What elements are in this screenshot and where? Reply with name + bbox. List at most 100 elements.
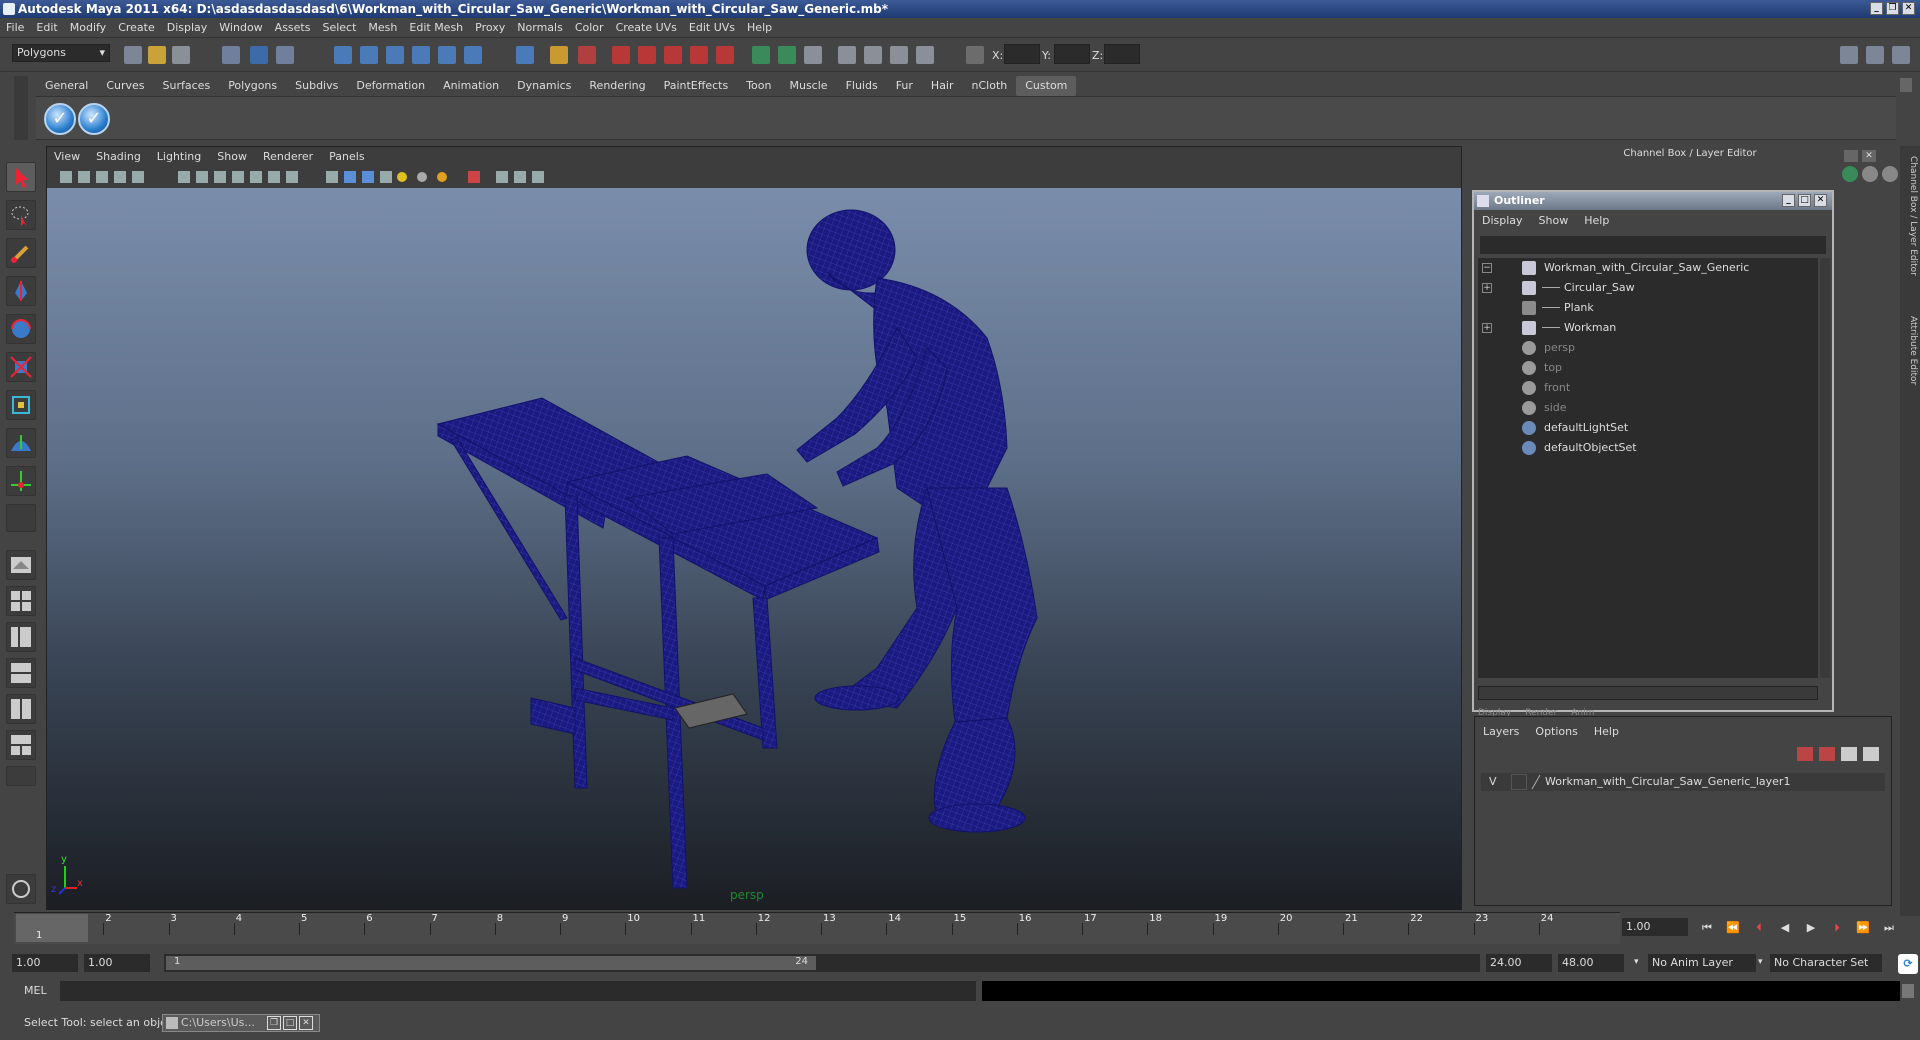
shadows-icon[interactable] xyxy=(417,172,427,182)
panel-float-icon[interactable] xyxy=(1844,150,1858,162)
layer-row[interactable]: V Workman_with_Circular_Saw_Generic_laye… xyxy=(1481,773,1885,791)
new-layer-selected-icon[interactable] xyxy=(1863,747,1879,761)
outliner-item[interactable]: defaultLightSet xyxy=(1478,418,1818,438)
snap-point-icon[interactable] xyxy=(386,46,404,64)
camera-attributes-icon[interactable] xyxy=(78,171,90,183)
backface-culling-icon[interactable] xyxy=(532,171,544,183)
layers-menu[interactable]: Layers xyxy=(1475,725,1527,738)
menu-set-dropdown[interactable]: Polygons ▾ xyxy=(12,44,110,62)
rotate-tool-icon[interactable] xyxy=(6,314,36,344)
outliner-filter-field[interactable] xyxy=(1480,236,1826,254)
menu-color[interactable]: Color xyxy=(569,18,610,38)
show-channel-box-icon[interactable] xyxy=(1892,46,1910,64)
viewport-menu-show[interactable]: Show xyxy=(209,148,255,166)
camera-icon[interactable] xyxy=(864,46,882,64)
layer-visibility-toggle[interactable]: V xyxy=(1489,775,1497,788)
show-attribute-editor-icon[interactable] xyxy=(1840,46,1858,64)
time-slider[interactable]: 123456789101112131415161718192021222324 xyxy=(14,912,1620,944)
menu-create-uvs[interactable]: Create UVs xyxy=(610,18,683,38)
isolate-select-icon[interactable] xyxy=(468,171,480,183)
paint-select-tool-icon[interactable] xyxy=(6,238,36,268)
open-scene-icon[interactable] xyxy=(148,46,166,64)
wireframe-icon[interactable] xyxy=(326,171,338,183)
ipr-render-icon[interactable] xyxy=(638,46,656,64)
tab-custom[interactable]: Custom xyxy=(1016,76,1077,96)
shelf-menu-icon[interactable] xyxy=(1900,78,1912,92)
four-view-layout-icon[interactable] xyxy=(6,586,36,616)
play-forwards-icon[interactable]: ▶ xyxy=(1802,920,1820,936)
attribute-view-icon[interactable] xyxy=(1862,166,1878,182)
snap-curve-icon[interactable] xyxy=(360,46,378,64)
menu-help[interactable]: Help xyxy=(741,18,778,38)
snap-surface-icon[interactable] xyxy=(438,46,456,64)
outliner-item[interactable]: − Workman_with_Circular_Saw_Generic xyxy=(1478,258,1818,278)
minimize-icon[interactable]: _ xyxy=(1870,2,1883,15)
select-camera-icon[interactable] xyxy=(60,171,72,183)
layer-template-toggle[interactable] xyxy=(1511,774,1527,790)
tab-hair[interactable]: Hair xyxy=(922,76,963,96)
auto-key-icon[interactable]: ⟳ xyxy=(1898,954,1918,974)
textured-icon[interactable] xyxy=(380,171,392,183)
lasso-tool-icon[interactable] xyxy=(6,200,36,230)
character-set-dropdown[interactable]: No Character Set xyxy=(1770,954,1882,972)
render-settings-icon[interactable] xyxy=(664,46,682,64)
step-back-frame-icon[interactable]: ⏪ xyxy=(1724,920,1742,936)
channel-box-icon[interactable] xyxy=(1842,166,1858,182)
tab-dynamics[interactable]: Dynamics xyxy=(508,76,580,96)
menu-edit[interactable]: Edit xyxy=(30,18,63,38)
input-line-icon[interactable] xyxy=(752,46,770,64)
shelf-tab-menu[interactable] xyxy=(14,76,28,140)
outliner-vertical-scrollbar[interactable] xyxy=(1820,258,1830,678)
outliner-close-icon[interactable]: ✕ xyxy=(1814,194,1827,207)
hypershade-persp-layout-icon[interactable] xyxy=(6,694,36,724)
range-slider[interactable]: 1 24 xyxy=(164,954,1480,972)
new-scene-icon[interactable] xyxy=(124,46,142,64)
go-to-start-icon[interactable]: ⏮ xyxy=(1698,920,1716,936)
tab-attribute-editor[interactable]: Attribute Editor xyxy=(1902,316,1918,385)
clipboard-icon[interactable] xyxy=(804,46,822,64)
maximize-icon[interactable]: □ xyxy=(283,1016,297,1030)
resolution-gate-icon[interactable] xyxy=(214,171,226,183)
image-plane-icon[interactable] xyxy=(114,171,126,183)
step-forward-frame-icon[interactable]: ⏩ xyxy=(1854,920,1872,936)
outliner-item[interactable]: Plank xyxy=(1478,298,1818,318)
viewport-menu-shading[interactable]: Shading xyxy=(88,148,149,166)
go-to-end-icon[interactable]: ⏭ xyxy=(1880,920,1898,936)
menu-file[interactable]: File xyxy=(0,18,30,38)
single-perspective-layout-icon[interactable] xyxy=(6,550,36,580)
soft-modification-icon[interactable] xyxy=(6,428,36,458)
outliner-item[interactable]: top xyxy=(1478,358,1818,378)
move-layer-down-icon[interactable] xyxy=(1819,747,1835,761)
quick-layout-icon[interactable] xyxy=(6,874,36,904)
outliner-item[interactable]: side xyxy=(1478,398,1818,418)
tab-general[interactable]: General xyxy=(36,76,97,96)
script-editor-icon[interactable] xyxy=(1902,984,1914,998)
tool-settings-icon[interactable] xyxy=(1882,166,1898,182)
lock-icon[interactable] xyxy=(550,46,568,64)
snap-grid-icon[interactable] xyxy=(334,46,352,64)
rename-icon[interactable] xyxy=(778,46,796,64)
outliner-item[interactable]: persp xyxy=(1478,338,1818,358)
graph-icon[interactable] xyxy=(890,46,908,64)
tab-fluids[interactable]: Fluids xyxy=(837,76,887,96)
render-frame-icon[interactable] xyxy=(612,46,630,64)
y-field[interactable] xyxy=(1054,44,1090,64)
outliner-horizontal-scrollbar[interactable] xyxy=(1478,686,1818,700)
outliner-menu-display[interactable]: Display xyxy=(1474,210,1531,232)
outliner-minimize-icon[interactable]: _ xyxy=(1782,194,1795,207)
film-gate-icon[interactable] xyxy=(196,171,208,183)
tab-curves[interactable]: Curves xyxy=(97,76,153,96)
collapse-icon[interactable]: − xyxy=(1482,263,1492,273)
close-icon[interactable]: ✕ xyxy=(299,1016,313,1030)
tab-ncloth[interactable]: nCloth xyxy=(963,76,1017,96)
viewport-menu-view[interactable]: View xyxy=(46,148,88,166)
xray-joints-icon[interactable] xyxy=(514,171,526,183)
select-tool-icon[interactable] xyxy=(6,162,36,192)
move-layer-up-icon[interactable] xyxy=(1797,747,1813,761)
outliner-maximize-icon[interactable]: □ xyxy=(1798,194,1811,207)
xray-icon[interactable] xyxy=(496,171,508,183)
graph-persp-layout-icon[interactable] xyxy=(6,658,36,688)
tab-painteffects[interactable]: PaintEffects xyxy=(655,76,738,96)
tab-muscle[interactable]: Muscle xyxy=(780,76,836,96)
tab-channel-box-layer-editor[interactable]: Channel Box / Layer Editor xyxy=(1902,156,1918,276)
